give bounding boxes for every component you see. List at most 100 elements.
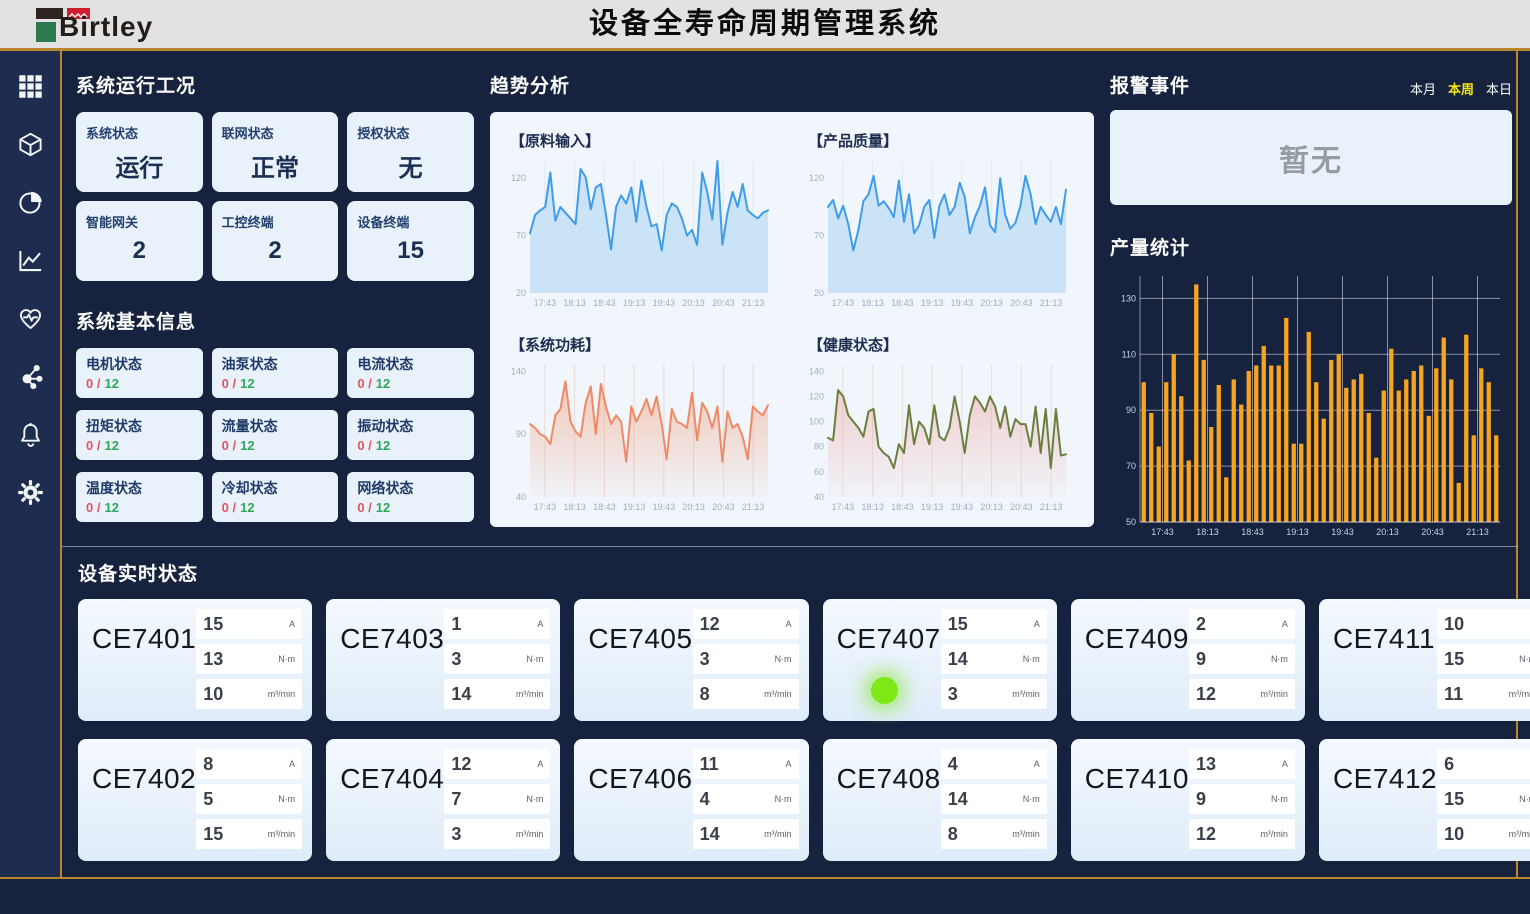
svg-text:19:13: 19:13 — [623, 298, 646, 308]
torque-unit: N·m — [775, 654, 792, 664]
status-card-label: 工控终端 — [222, 212, 329, 231]
current-value: 8 — [203, 754, 213, 775]
svg-text:17:43: 17:43 — [832, 502, 855, 512]
fault-count: 0 / — [222, 500, 236, 515]
info-card-values: 0 /12 — [357, 500, 464, 515]
total-count: 12 — [104, 438, 118, 453]
svg-text:17:43: 17:43 — [832, 298, 855, 308]
device-card[interactable]: CE7407 15 A 14 N·m 3 — [823, 599, 1057, 721]
device-card[interactable]: CE7408 4 A 14 N·m 8 — [823, 739, 1057, 861]
total-count: 12 — [240, 438, 254, 453]
trend-line-icon[interactable] — [17, 247, 44, 274]
device-name: CE7402 — [92, 763, 196, 795]
apps-grid-icon[interactable] — [17, 73, 44, 100]
device-card[interactable]: CE7411 10 A 15 N·m 11 — [1319, 599, 1530, 721]
tab-month[interactable]: 本月 — [1410, 79, 1436, 98]
current-unit: A — [1034, 619, 1040, 629]
info-card-label: 冷却状态 — [222, 478, 329, 498]
svg-text:140: 140 — [809, 366, 824, 376]
flow-value: 11 — [1444, 684, 1463, 705]
svg-text:70: 70 — [1126, 461, 1136, 471]
info-card-values: 0 /12 — [222, 376, 329, 391]
flow-value: 14 — [451, 684, 471, 705]
svg-text:18:13: 18:13 — [861, 298, 884, 308]
tab-day[interactable]: 本日 — [1486, 79, 1512, 98]
device-name: CE7401 — [92, 623, 196, 655]
tab-week[interactable]: 本周 — [1448, 79, 1474, 98]
svg-text:19:43: 19:43 — [951, 298, 974, 308]
flow-value: 3 — [948, 684, 958, 705]
svg-text:20:13: 20:13 — [1376, 527, 1399, 537]
current-metric: 12 A — [693, 609, 799, 639]
raw-input-chart-title: 【原料输入】 — [510, 130, 784, 151]
alarm-bell-icon[interactable] — [17, 421, 44, 448]
settings-gear-icon[interactable] — [17, 479, 44, 506]
device-card[interactable]: CE7403 1 A 3 N·m 14 — [326, 599, 560, 721]
info-card: 冷却状态 0 /12 — [212, 472, 339, 522]
flow-unit: m³/min — [268, 829, 296, 839]
info-card-values: 0 /12 — [86, 438, 193, 453]
current-unit: A — [786, 619, 792, 629]
info-card-label: 电机状态 — [86, 354, 193, 374]
device-card[interactable]: CE7402 8 A 5 N·m 15 — [78, 739, 312, 861]
device-card[interactable]: CE7410 13 A 9 N·m 12 — [1071, 739, 1305, 861]
device-card[interactable]: CE7409 2 A 9 N·m 12 — [1071, 599, 1305, 721]
device-metrics: 15 A 14 N·m 3 m³/min — [941, 609, 1047, 711]
current-metric: 15 A — [941, 609, 1047, 639]
status-card-label: 授权状态 — [357, 123, 464, 142]
torque-value: 15 — [1444, 649, 1464, 670]
product-quality-chart-block: 【产品质量】 207012017:4318:1318:4319:1319:432… — [800, 120, 1082, 316]
svg-text:40: 40 — [814, 492, 824, 502]
info-card-grid: 电机状态 0 /12 油泵状态 0 /12 电流状态 0 /12 — [76, 348, 474, 522]
device-card[interactable]: CE7406 11 A 4 N·m 14 — [574, 739, 808, 861]
device-name: CE7404 — [340, 763, 444, 795]
topology-icon[interactable] — [17, 363, 44, 390]
device-name: CE7410 — [1085, 763, 1189, 795]
main-content: 系统运行工况 系统状态 运行 联网状态 正常 授权状态 无 — [60, 51, 1518, 877]
current-value: 6 — [1444, 754, 1454, 775]
health-chart-block: 【健康状态】 40608010012014017:4318:1318:4319:… — [800, 324, 1082, 520]
device-card-left: CE7406 — [588, 749, 692, 851]
device-card[interactable]: CE7412 6 A 15 N·m 10 — [1319, 739, 1530, 861]
pie-chart-icon[interactable] — [17, 189, 44, 216]
svg-text:20:13: 20:13 — [980, 298, 1003, 308]
info-card-label: 网络状态 — [357, 478, 464, 498]
svg-text:17:43: 17:43 — [534, 298, 557, 308]
svg-text:20:43: 20:43 — [1010, 502, 1033, 512]
device-card[interactable]: CE7401 15 A 13 N·m 10 — [78, 599, 312, 721]
flow-value: 15 — [203, 824, 223, 845]
fault-count: 0 / — [86, 500, 100, 515]
health-heart-icon[interactable] — [17, 305, 44, 332]
device-card[interactable]: CE7404 12 A 7 N·m 3 — [326, 739, 560, 861]
current-value: 2 — [1196, 614, 1206, 635]
device-name: CE7409 — [1085, 623, 1189, 655]
current-unit: A — [289, 759, 295, 769]
svg-text:50: 50 — [1126, 517, 1136, 527]
current-value: 4 — [948, 754, 958, 775]
svg-text:18:13: 18:13 — [1196, 527, 1219, 537]
trend-analysis-panel: 趋势分析 【原料输入】 207012017:4318:1318:4319:131… — [490, 71, 1094, 527]
status-card-label: 智能网关 — [86, 212, 193, 231]
current-value: 10 — [1444, 614, 1464, 635]
flow-value: 8 — [948, 824, 958, 845]
output-bar-chart: 50709011013017:4318:1318:4319:1319:4320:… — [1110, 268, 1512, 545]
device-metrics: 11 A 4 N·m 14 m³/min — [693, 749, 799, 851]
svg-text:120: 120 — [809, 173, 824, 183]
torque-unit: N·m — [1519, 654, 1530, 664]
status-card-grid: 系统状态 运行 联网状态 正常 授权状态 无 智能网关 2 — [76, 112, 474, 281]
svg-text:80: 80 — [814, 442, 824, 452]
svg-text:21:13: 21:13 — [1466, 527, 1489, 537]
torque-value: 14 — [948, 649, 968, 670]
device-card[interactable]: CE7405 12 A 3 N·m 8 — [574, 599, 808, 721]
torque-metric: 15 N·m — [1437, 784, 1530, 814]
online-indicator — [871, 677, 898, 704]
status-card: 授权状态 无 — [347, 112, 474, 192]
device-name: CE7406 — [588, 763, 692, 795]
flow-unit: m³/min — [1012, 829, 1040, 839]
device-card-left: CE7409 — [1085, 609, 1189, 711]
flow-unit: m³/min — [1012, 689, 1040, 699]
status-card-value: 运行 — [86, 148, 193, 183]
torque-value: 15 — [1444, 789, 1464, 810]
trend-charts-card: 【原料输入】 207012017:4318:1318:4319:1319:432… — [490, 112, 1094, 527]
cube-icon[interactable] — [17, 131, 44, 158]
